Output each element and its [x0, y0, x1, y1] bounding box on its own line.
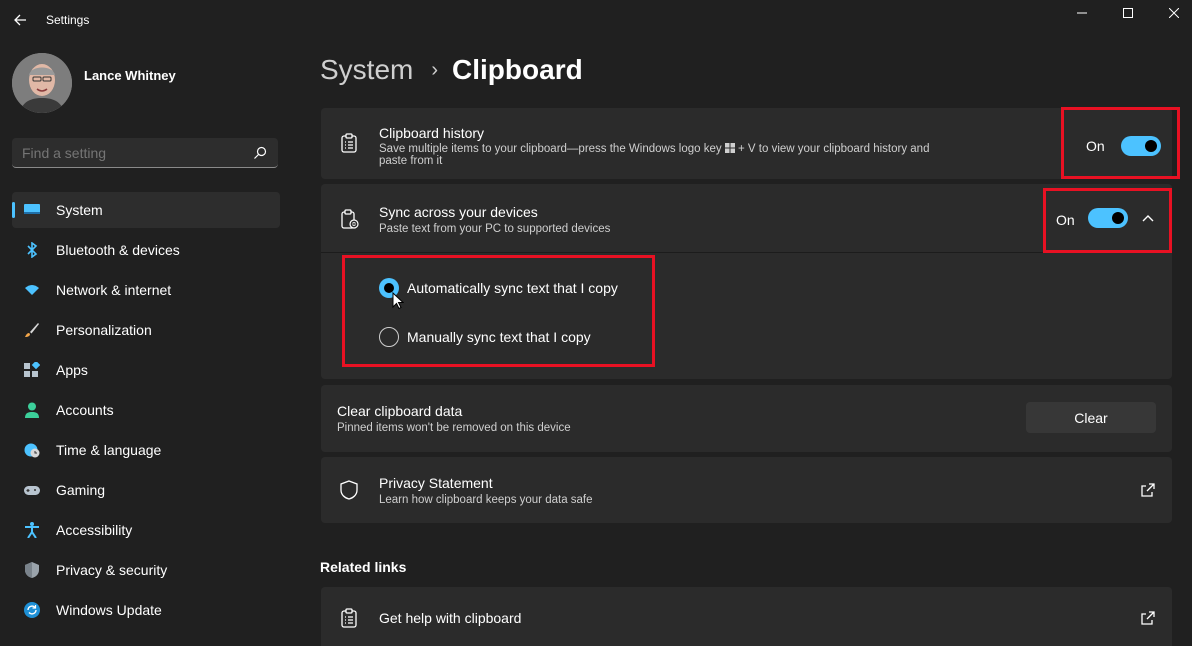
description-text: Save multiple items to your clipboard—pr…	[379, 143, 722, 155]
bluetooth-icon	[27, 242, 38, 258]
title-bar: Settings	[0, 0, 1192, 40]
clipboard-sync-icon	[341, 209, 359, 229]
back-button[interactable]	[8, 8, 32, 32]
clear-button[interactable]: Clear	[1026, 402, 1156, 433]
sidebar-item-gaming[interactable]: Gaming	[12, 472, 280, 508]
maximize-button[interactable]	[1105, 0, 1151, 26]
clipboard-icon	[341, 133, 357, 153]
sidebar-item-privacy[interactable]: Privacy & security	[12, 552, 280, 588]
description-text: + V to view your clipboard history and	[738, 143, 930, 155]
privacy-description: Learn how clipboard keeps your data safe	[379, 494, 593, 506]
privacy-title: Privacy Statement	[379, 475, 493, 491]
sidebar-item-label: System	[56, 202, 103, 218]
sidebar-item-label: Apps	[56, 362, 88, 378]
clear-data-card: Clear clipboard data Pinned items won't …	[321, 385, 1172, 452]
search-icon[interactable]	[252, 145, 268, 161]
sidebar-item-label: Accounts	[56, 402, 114, 418]
close-icon	[1169, 8, 1179, 18]
system-icon	[24, 204, 40, 214]
person-icon	[25, 402, 39, 418]
related-links-heading: Related links	[320, 559, 407, 575]
wifi-icon	[25, 285, 39, 295]
gamepad-icon	[24, 486, 40, 495]
description-text: paste from it	[379, 155, 443, 167]
sidebar-item-label: Network & internet	[56, 282, 172, 298]
user-photo-icon	[12, 53, 72, 113]
clipboard-history-title: Clipboard history	[379, 125, 485, 141]
brush-icon	[25, 323, 39, 337]
close-button[interactable]	[1151, 0, 1192, 26]
highlight-box	[342, 255, 655, 367]
sidebar-item-bluetooth[interactable]: Bluetooth & devices	[12, 232, 280, 268]
sidebar-item-label: Personalization	[56, 322, 152, 338]
sidebar-item-windows-update[interactable]: Windows Update	[12, 592, 280, 628]
avatar[interactable]	[12, 53, 72, 113]
sidebar-item-label: Gaming	[56, 482, 106, 498]
breadcrumb-parent[interactable]: System	[320, 54, 413, 86]
sidebar-item-time-language[interactable]: Time & language	[12, 432, 280, 468]
apps-icon	[24, 362, 40, 377]
sidebar-item-accounts[interactable]: Accounts	[12, 392, 280, 428]
sidebar-item-label: Windows Update	[56, 602, 162, 618]
external-link-icon	[1141, 483, 1155, 497]
sidebar-item-label: Accessibility	[56, 522, 133, 538]
minimize-button[interactable]	[1059, 0, 1105, 26]
app-title: Settings	[46, 13, 90, 27]
sidebar-item-label: Bluetooth & devices	[56, 242, 180, 258]
search-input[interactable]	[22, 145, 242, 161]
clipboard-icon	[341, 608, 357, 628]
external-link-icon	[1141, 611, 1155, 625]
windows-logo-icon	[724, 143, 735, 153]
sidebar-item-network[interactable]: Network & internet	[12, 272, 280, 308]
help-link-title: Get help with clipboard	[379, 610, 522, 626]
sidebar-item-personalization[interactable]: Personalization	[12, 312, 280, 348]
active-indicator	[12, 202, 15, 218]
clear-data-title: Clear clipboard data	[337, 403, 463, 419]
sidebar-item-label: Privacy & security	[56, 562, 168, 578]
breadcrumb: System › Clipboard	[320, 54, 583, 86]
highlight-box	[1043, 188, 1172, 253]
user-name: Lance Whitney	[84, 68, 176, 83]
back-arrow-icon	[14, 14, 26, 26]
globe-clock-icon	[24, 443, 40, 458]
sidebar-item-label: Time & language	[56, 442, 162, 458]
clipboard-history-card: Clipboard history Save multiple items to…	[321, 108, 1172, 179]
sidebar-item-system[interactable]: System	[12, 192, 280, 228]
breadcrumb-separator: ›	[431, 58, 439, 81]
sync-title: Sync across your devices	[379, 204, 538, 220]
sidebar-item-apps[interactable]: Apps	[12, 352, 280, 388]
accessibility-icon	[25, 522, 39, 538]
shield-outline-icon	[340, 480, 358, 500]
update-icon	[24, 602, 40, 618]
maximize-icon	[1123, 8, 1133, 18]
help-link-card[interactable]: Get help with clipboard	[321, 587, 1172, 646]
privacy-statement-card[interactable]: Privacy Statement Learn how clipboard ke…	[321, 457, 1172, 523]
sidebar-item-accessibility[interactable]: Accessibility	[12, 512, 280, 548]
page-title: Clipboard	[452, 54, 583, 85]
minimize-icon	[1077, 12, 1087, 14]
clipboard-history-description: Save multiple items to your clipboard—pr…	[379, 143, 999, 167]
shield-icon	[25, 562, 39, 578]
search-box[interactable]	[12, 138, 278, 168]
sync-description: Paste text from your PC to supported dev…	[379, 223, 611, 235]
highlight-box	[1061, 107, 1180, 179]
clear-data-description: Pinned items won't be removed on this de…	[337, 422, 571, 434]
